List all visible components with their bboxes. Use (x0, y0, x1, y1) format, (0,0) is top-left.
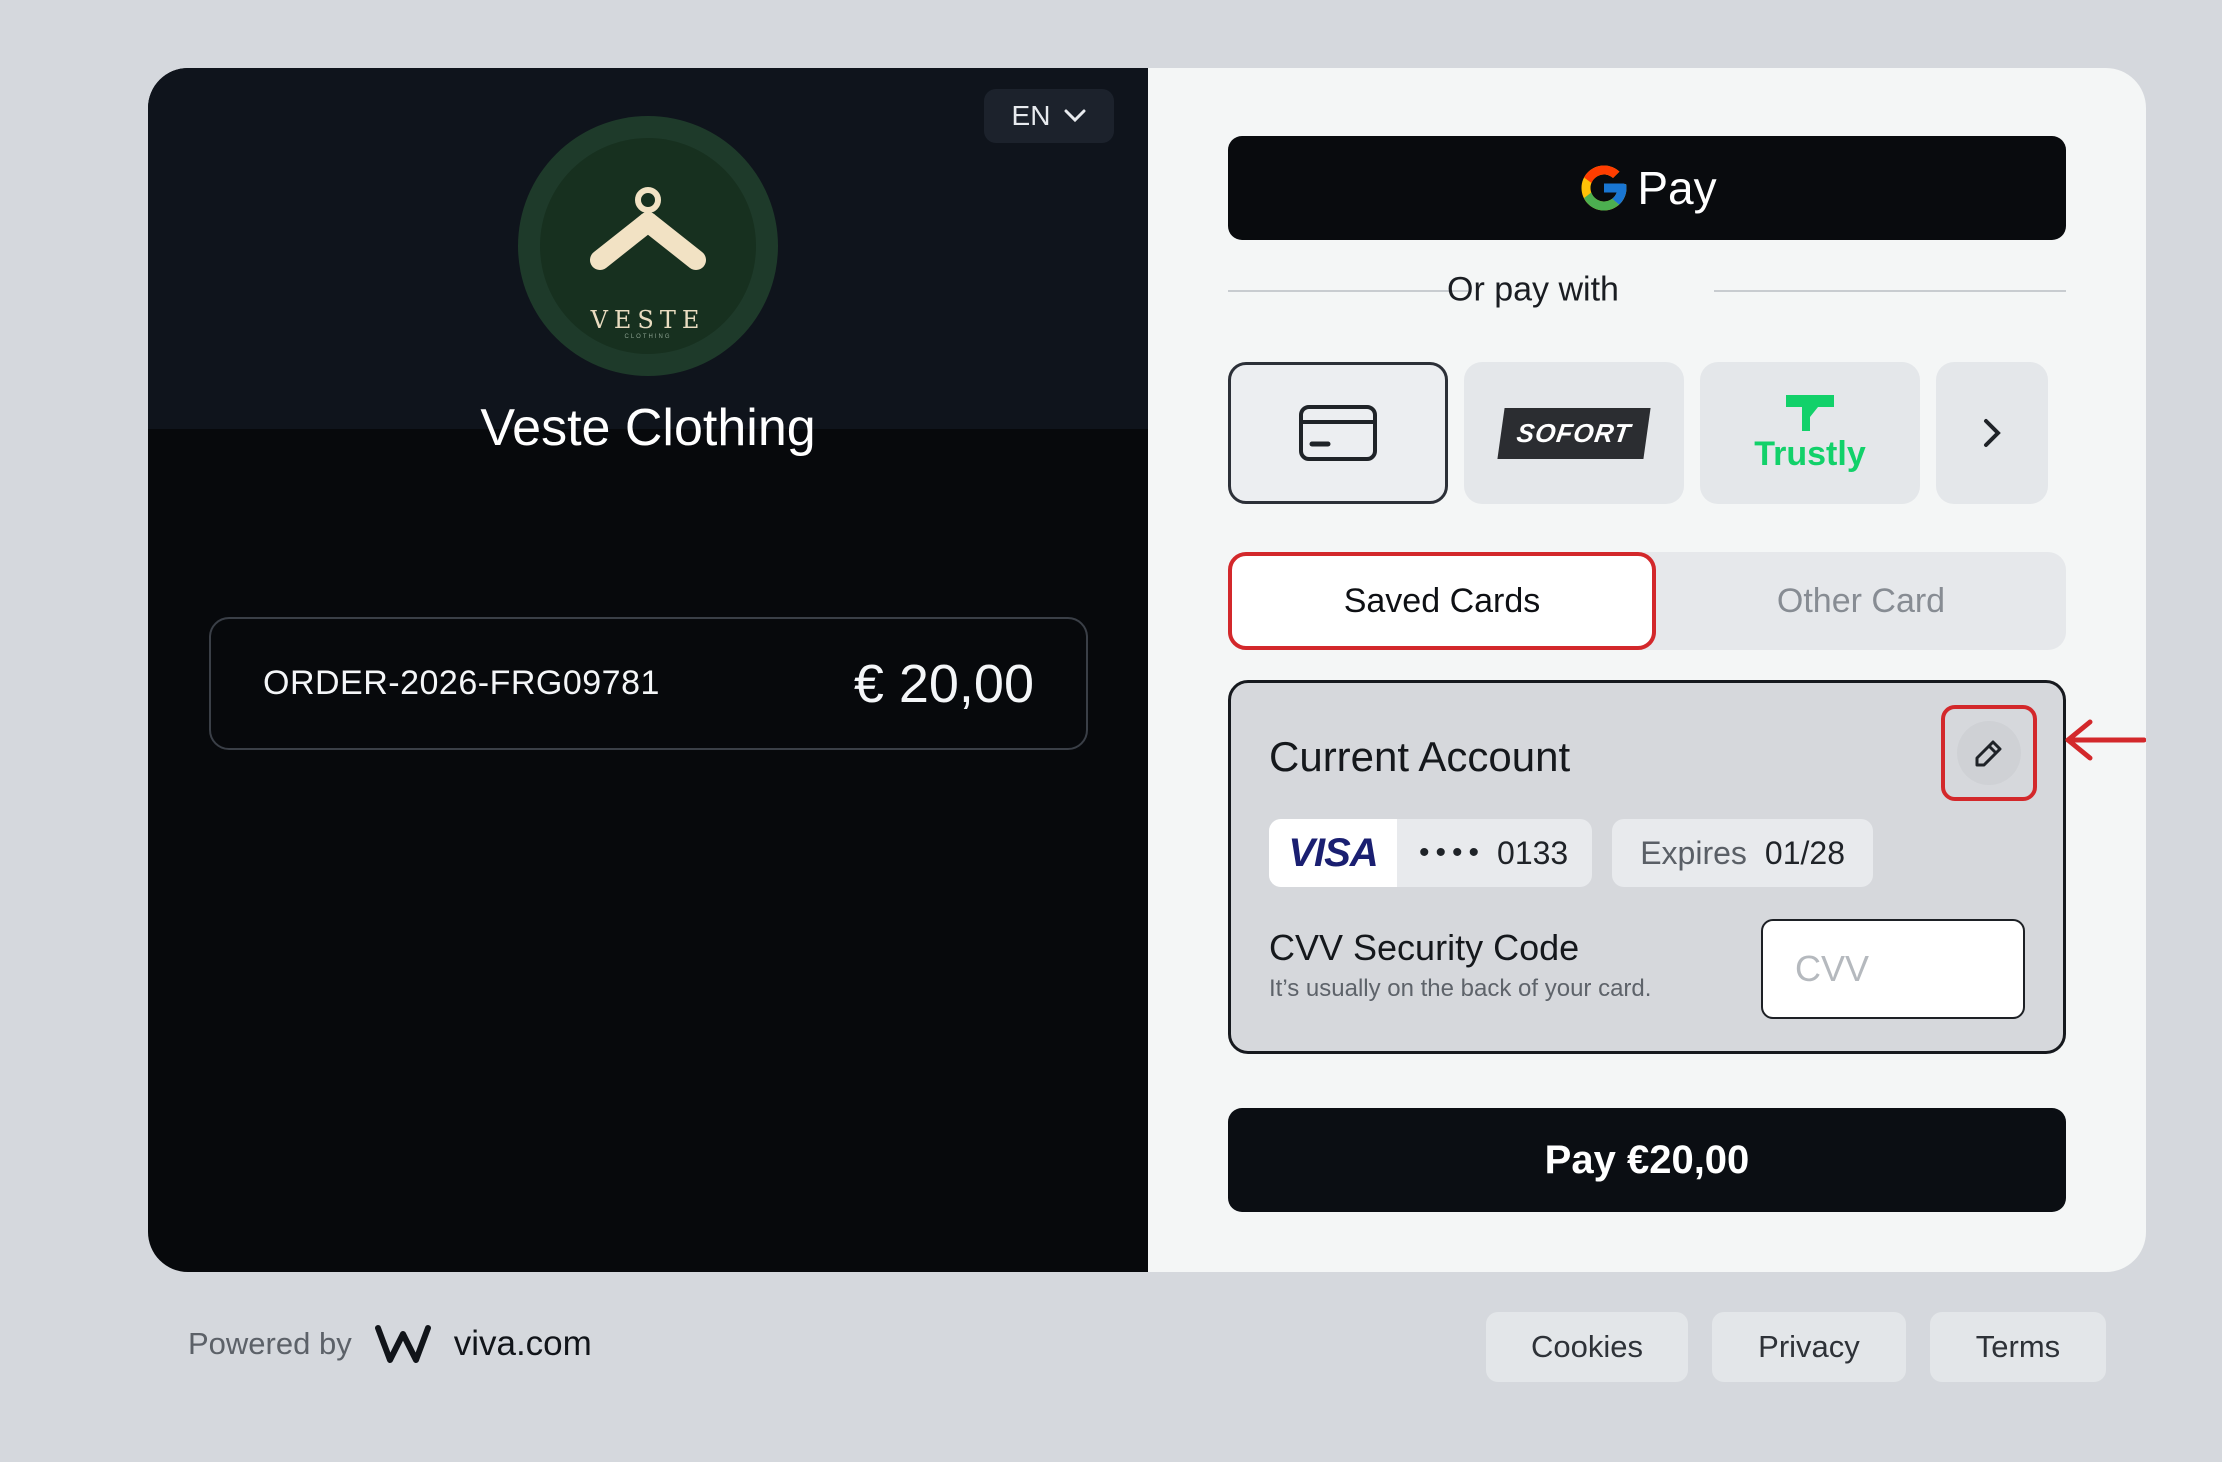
cvv-title: CVV Security Code (1269, 927, 1580, 968)
method-trustly[interactable]: Trustly (1700, 362, 1920, 504)
card-last4: 0133 (1497, 834, 1569, 871)
cvv-input[interactable] (1761, 919, 2025, 1019)
card-number-pill: VISA •••• 0133 (1269, 819, 1593, 887)
payment-methods: SOFORT Trustly (1228, 362, 2048, 504)
order-amount: € 20,00 (853, 653, 1034, 714)
hanger-icon (590, 187, 706, 270)
trustly-label: Trustly (1754, 434, 1866, 473)
google-g-icon (1581, 165, 1627, 211)
merchant-name: Veste Clothing (480, 399, 816, 457)
google-pay-button[interactable]: Pay (1228, 136, 2066, 240)
merchant-panel: EN VESTE CLOTHING Veste Clothing ORDER-2… (148, 68, 1148, 1272)
chevron-right-icon (1984, 419, 2001, 447)
saved-card-panel: Current Account VISA •••• 0133 Expires 0… (1228, 680, 2066, 1054)
logo-subtitle: CLOTHING (624, 334, 672, 340)
pay-button[interactable]: Pay €20,00 (1228, 1108, 2066, 1212)
sofort-logo: SOFORT (1497, 407, 1651, 459)
cookies-link[interactable]: Cookies (1486, 1312, 1688, 1382)
card-expiry-pill: Expires 01/28 (1612, 819, 1873, 887)
language-selector[interactable]: EN (984, 89, 1114, 143)
cvv-hint: It’s usually on the back of your card. (1269, 975, 1652, 1002)
powered-by: Powered by viva.com (188, 1322, 592, 1366)
account-title: Current Account (1269, 733, 1571, 780)
viva-logo-icon (374, 1325, 431, 1363)
google-pay-label: Pay (1637, 162, 1717, 214)
footer-links: Cookies Privacy Terms (1486, 1312, 2106, 1382)
method-sofort[interactable]: SOFORT (1464, 362, 1684, 504)
privacy-link[interactable]: Privacy (1712, 1312, 1906, 1382)
trustly-logo-icon (1786, 394, 1834, 431)
method-more[interactable] (1936, 362, 2048, 504)
powered-by-label: Powered by (188, 1326, 352, 1361)
card-masked-dots: •••• (1419, 836, 1486, 869)
language-label: EN (1011, 100, 1051, 131)
edit-card-button[interactable] (1941, 705, 2037, 801)
method-card[interactable] (1228, 362, 1448, 504)
chevron-down-icon (1064, 109, 1086, 123)
visa-logo: VISA (1269, 819, 1397, 887)
credit-card-icon (1299, 405, 1377, 461)
pencil-icon (1975, 740, 2002, 767)
tab-other-card[interactable]: Other Card (1656, 552, 2066, 650)
expires-value: 01/28 (1764, 834, 1845, 871)
order-id: ORDER-2026-FRG09781 (263, 664, 660, 702)
logo-wordmark: VESTE (590, 306, 706, 334)
checkout-card: EN VESTE CLOTHING Veste Clothing ORDER-2… (148, 68, 2146, 1272)
tab-saved-cards[interactable]: Saved Cards (1228, 552, 1656, 650)
terms-link[interactable]: Terms (1930, 1312, 2106, 1382)
merchant-logo: VESTE CLOTHING (518, 116, 778, 376)
payment-panel: Pay Or pay with SOFORT Trustly Saved Car… (1148, 68, 2146, 1272)
order-summary: ORDER-2026-FRG09781 € 20,00 (209, 617, 1088, 750)
expires-label: Expires (1640, 834, 1747, 871)
or-pay-with-label: Or pay with (1447, 270, 1619, 309)
card-tabs: Saved Cards Other Card (1228, 552, 2066, 650)
annotation-arrow-icon (2065, 719, 2146, 761)
card-details: VISA •••• 0133 Expires 01/28 (1269, 819, 1873, 887)
viva-brand[interactable]: viva.com (454, 1324, 592, 1364)
